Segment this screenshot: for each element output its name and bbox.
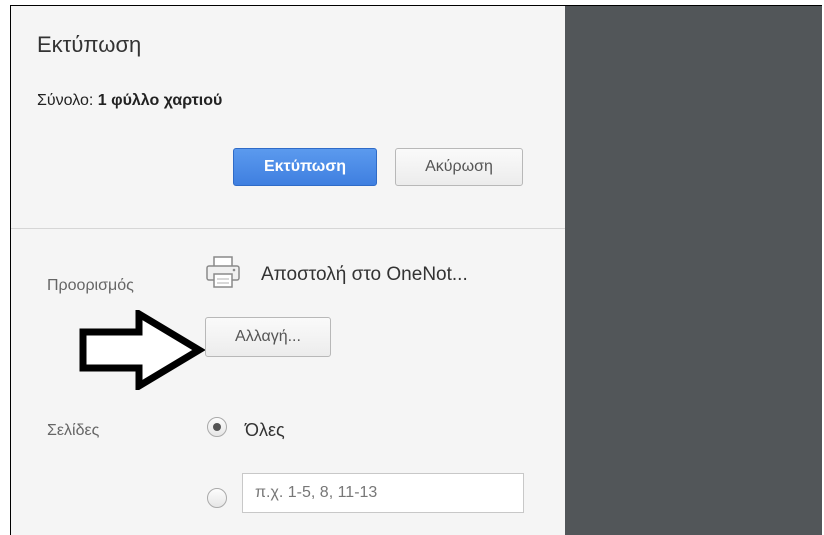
summary-value: 1 φύλλο χαρτιού	[97, 92, 223, 109]
printer-icon	[205, 255, 241, 289]
pages-custom-radio[interactable]	[207, 488, 227, 508]
section-divider	[11, 228, 565, 229]
pages-all-label: Όλες	[245, 420, 285, 440]
change-destination-button[interactable]: Αλλαγή...	[205, 317, 331, 357]
print-dialog-frame: Εκτύπωση Σύνολο: 1 φύλλο χαρτιού Εκτύπωσ…	[10, 5, 822, 535]
pages-range-input[interactable]	[242, 473, 524, 513]
print-preview-area	[565, 6, 822, 535]
dialog-title: Εκτύπωση	[37, 32, 142, 57]
sheet-summary: Σύνολο: 1 φύλλο χαρτιού	[37, 92, 222, 110]
print-settings-panel: Εκτύπωση Σύνολο: 1 φύλλο χαρτιού Εκτύπωσ…	[11, 6, 565, 535]
destination-name: Αποστολή στο OneNot...	[261, 264, 468, 285]
summary-label: Σύνολο:	[37, 92, 94, 109]
destination-label: Προορισμός	[47, 277, 134, 294]
pages-label: Σελίδες	[47, 422, 100, 439]
print-button[interactable]: Εκτύπωση	[233, 148, 377, 186]
pages-all-radio[interactable]	[207, 417, 227, 437]
cancel-button[interactable]: Ακύρωση	[395, 148, 523, 186]
arrow-right-outline-icon	[77, 307, 206, 393]
